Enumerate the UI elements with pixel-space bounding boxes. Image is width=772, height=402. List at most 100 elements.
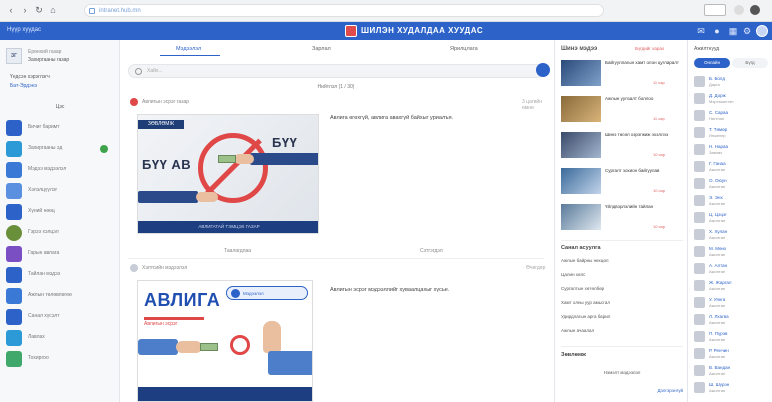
extension-icon[interactable]	[704, 4, 726, 16]
search-input[interactable]: Хайх...	[128, 64, 544, 78]
sidebar-item-label: Тайлан мэдээ	[28, 271, 61, 277]
news-thumbnail[interactable]	[561, 168, 601, 194]
status-badge	[100, 145, 108, 153]
sidebar-item-manual[interactable]: Гарын авлага	[6, 244, 118, 266]
news-thumbnail[interactable]	[561, 204, 601, 230]
contact-row[interactable]: Н. Нараа Зөвлөх	[692, 142, 772, 158]
sidebar-item-directory[interactable]: Лавлах	[6, 328, 118, 350]
home-icon[interactable]: ⌂	[48, 5, 58, 15]
contact-row[interactable]: Т. Төмөр Инженер	[692, 125, 772, 141]
user-avatar[interactable]	[756, 25, 768, 37]
contact-row[interactable]: А. Алтан Ажилтан	[692, 261, 772, 277]
list-item[interactable]: Ажлын ачаалал	[561, 328, 683, 334]
header-home-link[interactable]: Нүүр хуудас	[7, 27, 41, 33]
like-button[interactable]: Таалагдлаа	[224, 248, 251, 254]
sidebar-item-documents[interactable]: Бичиг баримт	[6, 118, 118, 140]
messages-icon[interactable]: ✉	[696, 26, 706, 36]
sidebar-item-feedback[interactable]: Санал хүсэлт	[6, 307, 118, 329]
contact-row[interactable]: У. Уянга Ажилтан	[692, 295, 772, 311]
profile-icon[interactable]	[734, 5, 744, 15]
news-thumbnail[interactable]	[561, 96, 601, 122]
sidebar-item-settings[interactable]: Тохиргоо	[6, 349, 118, 371]
badge-icon	[231, 289, 240, 298]
contact-row[interactable]: Л. Лхагва Ажилтан	[692, 312, 772, 328]
avatar	[694, 314, 705, 325]
settings-icon[interactable]: ⚙	[742, 26, 752, 36]
contact-row[interactable]: Х. Хулан Ажилтан	[692, 227, 772, 243]
contact-row[interactable]: С. Сараа Нягтлан	[692, 108, 772, 124]
user-name-link[interactable]: Бат-Эрдэнэ	[10, 83, 37, 89]
list-item[interactable]: Ажлын байрны нөхцөл	[561, 258, 683, 264]
contact-row[interactable]: Р. Ренчин Ажилтан	[692, 346, 772, 362]
contact-name: Т. Төмөр	[709, 127, 728, 132]
tab-online[interactable]: Онлайн	[694, 58, 730, 68]
contact-row[interactable]: Э. Энх Ажилтан	[692, 193, 772, 209]
sidebar-item-label: Захиргааны эд	[28, 145, 63, 151]
list-item[interactable]: Хамт олны уур амьсгал	[561, 300, 683, 306]
menu-icon[interactable]	[750, 5, 760, 15]
contact-row[interactable]: Ш. Шүрэн Ажилтан	[692, 380, 772, 396]
news-see-all-link[interactable]: Бүгдийг харах	[635, 46, 664, 51]
address-bar[interactable]: intranet.hub.mn	[84, 4, 604, 17]
news-item-title[interactable]: Сургалт зохион байгуулав	[605, 168, 685, 174]
contact-row[interactable]: О. Оюун Ажилтан	[692, 176, 772, 192]
post-author[interactable]: Авлигын эсрэг газар	[142, 99, 189, 105]
compose-button[interactable]	[536, 63, 550, 77]
contact-row[interactable]: Ж. Жаргал Ажилтан	[692, 278, 772, 294]
contact-role: Ажилтан	[709, 167, 726, 172]
poster-title: АВЛИГА	[144, 290, 221, 310]
tab-info[interactable]: Мэдээлэл	[176, 46, 201, 52]
badge-text: Мэдээлэл	[243, 291, 264, 296]
news-thumbnail[interactable]	[561, 60, 601, 86]
sidebar-item-label: Лавлах	[28, 334, 45, 340]
tab-interviews[interactable]: Ярилцлага	[450, 46, 478, 52]
reload-icon[interactable]: ↻	[34, 5, 44, 15]
contact-name: У. Уянга	[709, 297, 726, 302]
avatar	[694, 212, 705, 223]
forward-icon[interactable]: ›	[20, 5, 30, 15]
contact-name: Л. Лхагва	[709, 314, 729, 319]
news-item-title[interactable]: Байгууллагын хамт олон цугларалт	[605, 60, 685, 66]
list-item[interactable]: Удирдлагын арга барил	[561, 314, 683, 320]
news-item-date: 10 сар	[653, 224, 666, 229]
stop-hand-icon	[263, 321, 281, 353]
avatar	[694, 348, 705, 359]
anti-bribery-poster[interactable]: ЗӨВЛӨМЖ БҮҮ АВ БҮҮ ӨГ АВЛИГАТАЙ ТЭМЦЭХ Г…	[137, 114, 319, 234]
post-author[interactable]: Хэлтсийн мэдээлэл	[142, 265, 187, 271]
sidebar-item-contracts[interactable]: Гэрээ хэлцэл	[6, 223, 118, 245]
sidebar-item-discussion[interactable]: Хэлэлцүүлэг	[6, 181, 118, 203]
contact-row[interactable]: В. Вандан Ажилтан	[692, 363, 772, 379]
anti-corruption-poster[interactable]: АВЛИГА Авлигын эсрэг Мэдээлэл	[137, 280, 313, 402]
calendar-icon[interactable]: ▦	[728, 26, 738, 36]
sidebar-item-hr[interactable]: Хүний нөөц	[6, 202, 118, 224]
notifications-icon[interactable]: ●	[712, 26, 722, 36]
sidebar-item-admin[interactable]: Захиргааны эд	[6, 139, 118, 161]
contact-row[interactable]: М. Мөнх Ажилтан	[692, 244, 772, 260]
tips-text: Нэмэлт мэдээлэл	[603, 370, 641, 375]
feedback-icon	[6, 309, 22, 325]
sidebar-item-news[interactable]: Мэдээ мэдээлэл	[6, 160, 118, 182]
search-icon	[135, 68, 142, 75]
sidebar-item-reports[interactable]: Тайлан мэдээ	[6, 265, 118, 287]
tab-announcements[interactable]: Зарлал	[312, 46, 331, 52]
list-item[interactable]: Цалин хөлс	[561, 272, 683, 278]
contact-row[interactable]: Д. Дорж Мэргэжилтэн	[692, 91, 772, 107]
news-item-title[interactable]: Шинэ төсөл хэрэгжиж эхэллээ	[605, 132, 685, 138]
news-item-title[interactable]: Ажлын уулзалт боллоо	[605, 96, 685, 102]
contact-row[interactable]: Г. Ганаа Ажилтан	[692, 159, 772, 175]
back-icon[interactable]: ‹	[6, 5, 16, 15]
tab-all[interactable]: Бүгд	[732, 58, 768, 68]
contact-row[interactable]: П. Пүрэв Ажилтан	[692, 329, 772, 345]
sidebar-item-plan[interactable]: Ажлын төлөвлөгөө	[6, 286, 118, 308]
news-item-title[interactable]: Үйлдвэрлэлийн тайлан	[605, 204, 685, 210]
app-header: Нүүр хуудас ШИЛЭН ХУДАЛДАА ХУУДАС ✉ ● ▦ …	[0, 22, 772, 40]
list-item[interactable]: Сургалтын хөтөлбөр	[561, 286, 683, 292]
contact-row[interactable]: Ц. Цэцэг Ажилтан	[692, 210, 772, 226]
contact-name: Р. Ренчин	[709, 348, 729, 353]
news-thumbnail[interactable]	[561, 132, 601, 158]
comment-button[interactable]: Сэтгэгдэл	[420, 248, 443, 254]
lock-icon	[89, 8, 95, 14]
tips-more-link[interactable]: Дэлгэрэнгүй	[561, 388, 684, 394]
book-icon	[6, 246, 22, 262]
contact-row[interactable]: Б. Болд Дарга	[692, 74, 772, 90]
